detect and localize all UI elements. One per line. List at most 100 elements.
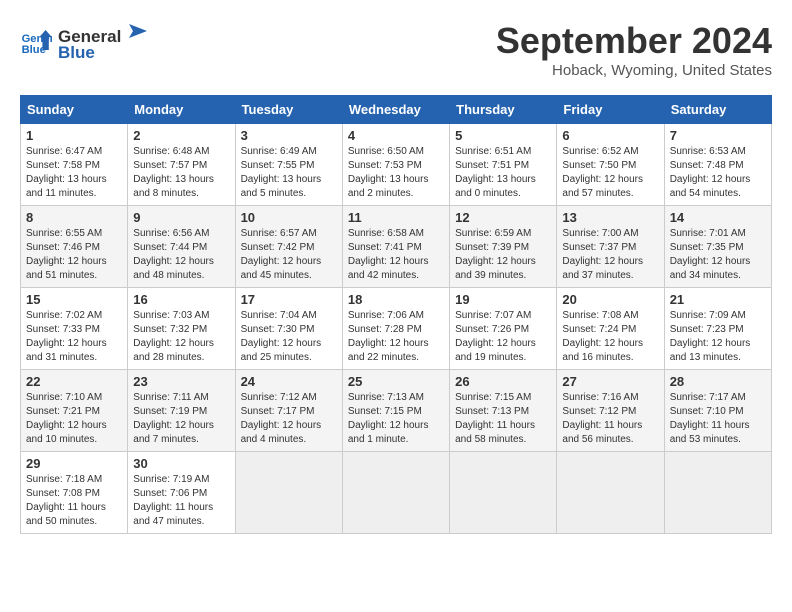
weekday-header-tuesday: Tuesday <box>235 96 342 124</box>
calendar-cell: 24 Sunrise: 7:12 AM Sunset: 7:17 PM Dayl… <box>235 370 342 452</box>
daylight-label: Daylight: 13 hours and 2 minutes. <box>348 174 429 199</box>
day-number: 25 <box>348 374 444 389</box>
calendar-table: SundayMondayTuesdayWednesdayThursdayFrid… <box>20 95 772 534</box>
sunset-label: Sunset: 7:33 PM <box>26 324 100 335</box>
day-number: 16 <box>133 292 229 307</box>
calendar-cell: 14 Sunrise: 7:01 AM Sunset: 7:35 PM Dayl… <box>664 206 771 288</box>
day-number: 11 <box>348 210 444 225</box>
sunrise-label: Sunrise: 6:51 AM <box>455 146 531 157</box>
daylight-label: Daylight: 12 hours and 25 minutes. <box>241 338 322 363</box>
sunset-label: Sunset: 7:30 PM <box>241 324 315 335</box>
day-number: 6 <box>562 128 658 143</box>
sunrise-label: Sunrise: 7:12 AM <box>241 392 317 403</box>
calendar-week-5: 29 Sunrise: 7:18 AM Sunset: 7:08 PM Dayl… <box>21 452 772 534</box>
sunset-label: Sunset: 7:37 PM <box>562 242 636 253</box>
sunset-label: Sunset: 7:21 PM <box>26 406 100 417</box>
day-number: 13 <box>562 210 658 225</box>
sunrise-label: Sunrise: 7:08 AM <box>562 310 638 321</box>
day-number: 30 <box>133 456 229 471</box>
sunrise-label: Sunrise: 6:49 AM <box>241 146 317 157</box>
calendar-cell: 8 Sunrise: 6:55 AM Sunset: 7:46 PM Dayli… <box>21 206 128 288</box>
calendar-cell <box>664 452 771 534</box>
daylight-label: Daylight: 11 hours and 50 minutes. <box>26 502 106 527</box>
sunset-label: Sunset: 7:08 PM <box>26 488 100 499</box>
calendar-cell: 26 Sunrise: 7:15 AM Sunset: 7:13 PM Dayl… <box>450 370 557 452</box>
sunrise-label: Sunrise: 6:48 AM <box>133 146 209 157</box>
daylight-label: Daylight: 13 hours and 11 minutes. <box>26 174 107 199</box>
cell-info: Sunrise: 7:09 AM Sunset: 7:23 PM Dayligh… <box>670 309 766 365</box>
cell-info: Sunrise: 7:01 AM Sunset: 7:35 PM Dayligh… <box>670 227 766 283</box>
day-number: 5 <box>455 128 551 143</box>
cell-info: Sunrise: 7:08 AM Sunset: 7:24 PM Dayligh… <box>562 309 658 365</box>
sunrise-label: Sunrise: 6:52 AM <box>562 146 638 157</box>
sunset-label: Sunset: 7:23 PM <box>670 324 744 335</box>
sunset-label: Sunset: 7:13 PM <box>455 406 529 417</box>
daylight-label: Daylight: 13 hours and 8 minutes. <box>133 174 214 199</box>
day-number: 1 <box>26 128 122 143</box>
sunset-label: Sunset: 7:51 PM <box>455 160 529 171</box>
sunrise-label: Sunrise: 7:17 AM <box>670 392 746 403</box>
calendar-cell: 28 Sunrise: 7:17 AM Sunset: 7:10 PM Dayl… <box>664 370 771 452</box>
sunrise-label: Sunrise: 7:18 AM <box>26 474 102 485</box>
sunset-label: Sunset: 7:46 PM <box>26 242 100 253</box>
sunset-label: Sunset: 7:19 PM <box>133 406 207 417</box>
daylight-label: Daylight: 12 hours and 19 minutes. <box>455 338 536 363</box>
daylight-label: Daylight: 11 hours and 47 minutes. <box>133 502 213 527</box>
cell-info: Sunrise: 6:53 AM Sunset: 7:48 PM Dayligh… <box>670 145 766 201</box>
day-number: 27 <box>562 374 658 389</box>
cell-info: Sunrise: 7:03 AM Sunset: 7:32 PM Dayligh… <box>133 309 229 365</box>
cell-info: Sunrise: 7:19 AM Sunset: 7:06 PM Dayligh… <box>133 473 229 529</box>
day-number: 23 <box>133 374 229 389</box>
calendar-cell: 3 Sunrise: 6:49 AM Sunset: 7:55 PM Dayli… <box>235 124 342 206</box>
day-number: 12 <box>455 210 551 225</box>
daylight-label: Daylight: 12 hours and 10 minutes. <box>26 420 107 445</box>
day-number: 4 <box>348 128 444 143</box>
calendar-week-3: 15 Sunrise: 7:02 AM Sunset: 7:33 PM Dayl… <box>21 288 772 370</box>
cell-info: Sunrise: 7:06 AM Sunset: 7:28 PM Dayligh… <box>348 309 444 365</box>
sunrise-label: Sunrise: 7:00 AM <box>562 228 638 239</box>
svg-text:Blue: Blue <box>22 44 46 56</box>
day-number: 17 <box>241 292 337 307</box>
sunset-label: Sunset: 7:10 PM <box>670 406 744 417</box>
day-number: 2 <box>133 128 229 143</box>
cell-info: Sunrise: 6:48 AM Sunset: 7:57 PM Dayligh… <box>133 145 229 201</box>
daylight-label: Daylight: 12 hours and 39 minutes. <box>455 256 536 281</box>
daylight-label: Daylight: 12 hours and 4 minutes. <box>241 420 322 445</box>
calendar-cell: 9 Sunrise: 6:56 AM Sunset: 7:44 PM Dayli… <box>128 206 235 288</box>
cell-info: Sunrise: 7:10 AM Sunset: 7:21 PM Dayligh… <box>26 391 122 447</box>
calendar-cell: 6 Sunrise: 6:52 AM Sunset: 7:50 PM Dayli… <box>557 124 664 206</box>
sunset-label: Sunset: 7:35 PM <box>670 242 744 253</box>
cell-info: Sunrise: 6:58 AM Sunset: 7:41 PM Dayligh… <box>348 227 444 283</box>
daylight-label: Daylight: 12 hours and 7 minutes. <box>133 420 214 445</box>
weekday-header-sunday: Sunday <box>21 96 128 124</box>
calendar-cell <box>342 452 449 534</box>
sunrise-label: Sunrise: 6:53 AM <box>670 146 746 157</box>
cell-info: Sunrise: 7:13 AM Sunset: 7:15 PM Dayligh… <box>348 391 444 447</box>
cell-info: Sunrise: 6:59 AM Sunset: 7:39 PM Dayligh… <box>455 227 551 283</box>
cell-info: Sunrise: 7:11 AM Sunset: 7:19 PM Dayligh… <box>133 391 229 447</box>
daylight-label: Daylight: 12 hours and 22 minutes. <box>348 338 429 363</box>
daylight-label: Daylight: 12 hours and 42 minutes. <box>348 256 429 281</box>
cell-info: Sunrise: 7:17 AM Sunset: 7:10 PM Dayligh… <box>670 391 766 447</box>
sunset-label: Sunset: 7:48 PM <box>670 160 744 171</box>
day-number: 7 <box>670 128 766 143</box>
calendar-cell: 25 Sunrise: 7:13 AM Sunset: 7:15 PM Dayl… <box>342 370 449 452</box>
calendar-cell: 30 Sunrise: 7:19 AM Sunset: 7:06 PM Dayl… <box>128 452 235 534</box>
daylight-label: Daylight: 11 hours and 53 minutes. <box>670 420 750 445</box>
sunrise-label: Sunrise: 6:56 AM <box>133 228 209 239</box>
daylight-label: Daylight: 11 hours and 58 minutes. <box>455 420 535 445</box>
day-number: 14 <box>670 210 766 225</box>
logo-arrow-icon <box>125 20 147 42</box>
calendar-cell: 27 Sunrise: 7:16 AM Sunset: 7:12 PM Dayl… <box>557 370 664 452</box>
sunset-label: Sunset: 7:26 PM <box>455 324 529 335</box>
weekday-header-thursday: Thursday <box>450 96 557 124</box>
day-number: 18 <box>348 292 444 307</box>
calendar-cell: 12 Sunrise: 6:59 AM Sunset: 7:39 PM Dayl… <box>450 206 557 288</box>
sunset-label: Sunset: 7:32 PM <box>133 324 207 335</box>
sunset-label: Sunset: 7:57 PM <box>133 160 207 171</box>
sunset-label: Sunset: 7:53 PM <box>348 160 422 171</box>
daylight-label: Daylight: 12 hours and 37 minutes. <box>562 256 643 281</box>
daylight-label: Daylight: 12 hours and 31 minutes. <box>26 338 107 363</box>
calendar-cell: 11 Sunrise: 6:58 AM Sunset: 7:41 PM Dayl… <box>342 206 449 288</box>
sunrise-label: Sunrise: 7:16 AM <box>562 392 638 403</box>
